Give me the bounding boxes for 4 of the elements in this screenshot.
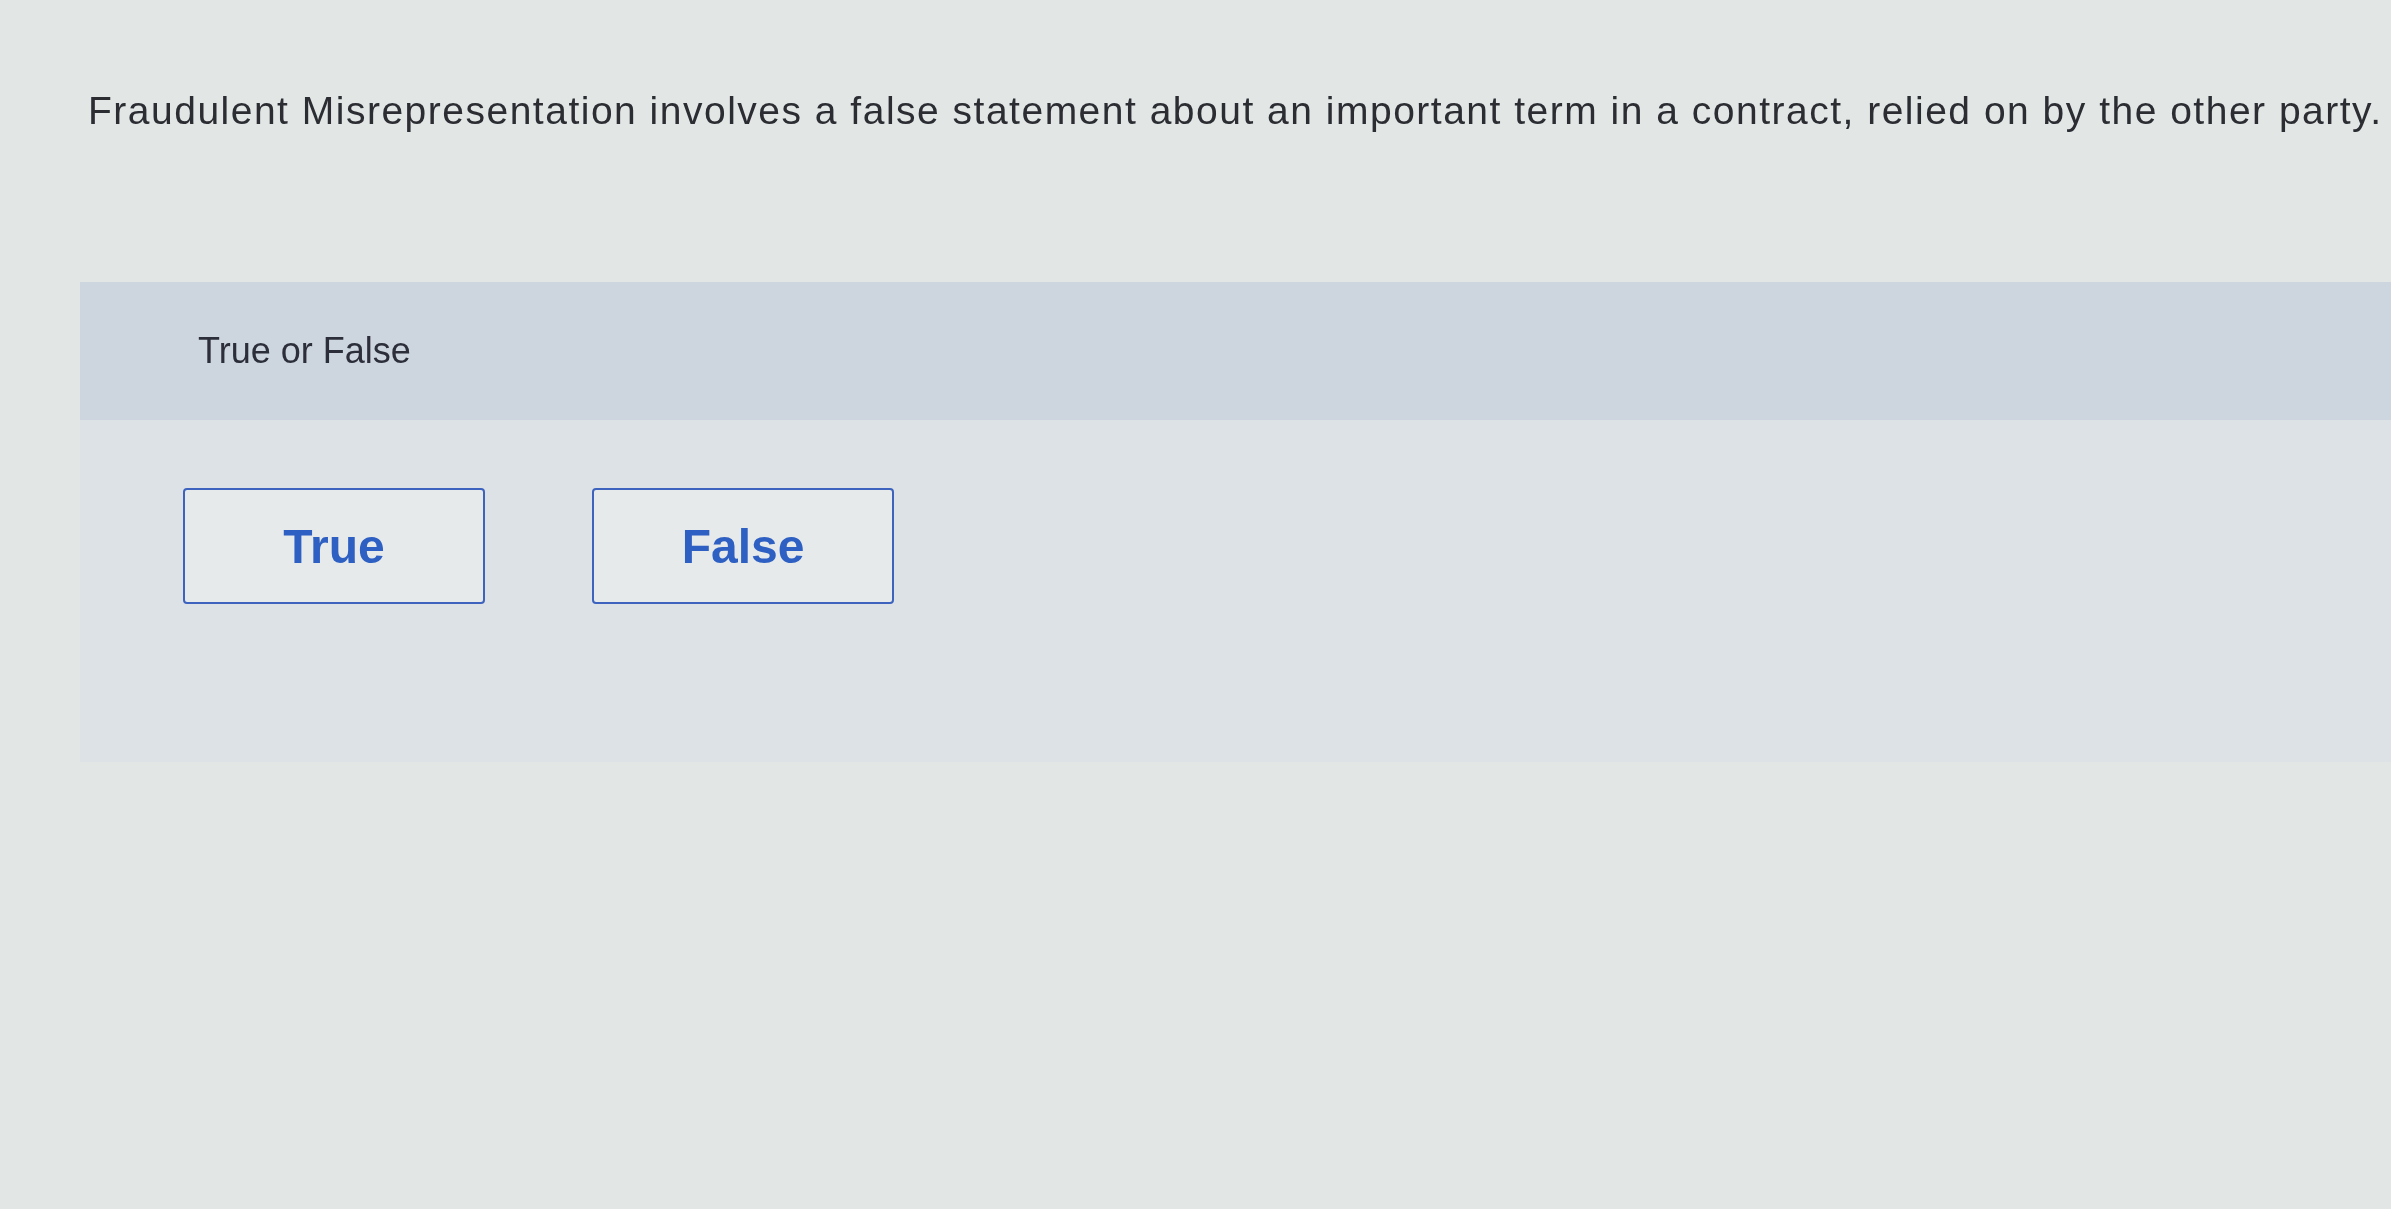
answer-option-button[interactable]: False <box>592 488 894 604</box>
answer-option-button[interactable]: True <box>183 488 485 604</box>
question-text: Fraudulent Misrepresentation involves a false statement about an important term in a contract, relied on by the other party. <box>88 88 2384 134</box>
instruction-text: True or False <box>198 330 411 372</box>
